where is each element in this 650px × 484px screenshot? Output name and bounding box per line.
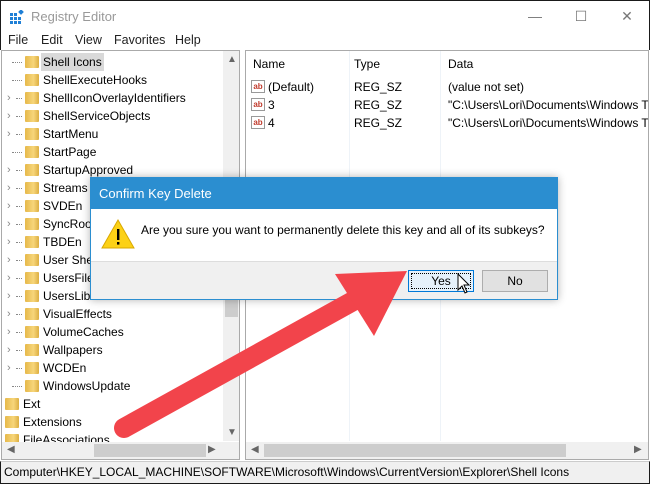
mouse-cursor-icon — [457, 273, 471, 294]
annotation-arrow — [114, 271, 407, 438]
